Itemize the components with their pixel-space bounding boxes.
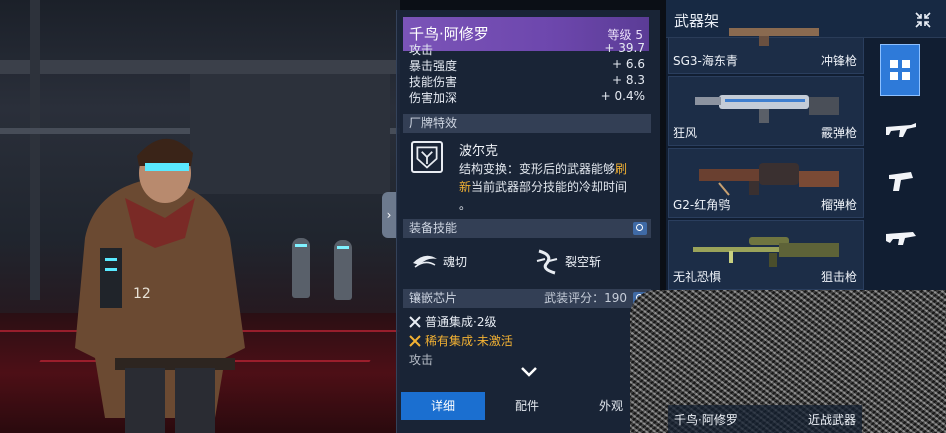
weapon-type: 近战武器 bbox=[807, 413, 856, 427]
weapon-image bbox=[699, 163, 839, 196]
skill-label: 魂切 bbox=[443, 254, 468, 269]
stat-value: + 6.6 bbox=[612, 57, 645, 71]
weapon-image bbox=[693, 237, 839, 267]
svg-text:12: 12 bbox=[133, 286, 151, 302]
stat-row: 伤害加深 + 0.4% bbox=[409, 89, 645, 105]
weapon-card[interactable]: 无礼恐惧 狙击枪 bbox=[668, 220, 864, 290]
category-rifle-button[interactable] bbox=[880, 110, 922, 148]
weapon-card[interactable]: G2-红角鸮 榴弹枪 bbox=[668, 148, 864, 218]
category-pistol-button[interactable] bbox=[880, 162, 922, 200]
search-icon[interactable] bbox=[633, 222, 647, 235]
grid-icon bbox=[890, 60, 910, 80]
chip-label: 普通集成·2级 bbox=[425, 315, 497, 329]
weapon-stats: 攻击 + 39.7 暴击强度 + 6.6 技能伤害 + 8.3 伤害加深 + 0… bbox=[409, 41, 645, 105]
stat-row: 攻击 + 39.7 bbox=[409, 41, 645, 57]
chip-item: 攻击 bbox=[409, 351, 433, 368]
weapon-image bbox=[729, 28, 819, 46]
stat-label: 技能伤害 bbox=[409, 75, 458, 89]
chips-section-header: 镶嵌芯片 武装评分：190 bbox=[403, 289, 651, 308]
weapon-type: 霰弹枪 bbox=[820, 126, 857, 140]
stat-value: + 8.3 bbox=[612, 73, 645, 87]
brand-section-header: 厂牌特效 bbox=[403, 114, 651, 133]
slash-swirl-icon bbox=[413, 255, 437, 268]
weapon-card[interactable]: 千鸟·阿修罗 近战武器 bbox=[668, 405, 862, 433]
skill-item[interactable]: 裂空斩 bbox=[533, 247, 601, 275]
stat-label: 伤害加深 bbox=[409, 91, 458, 105]
weapon-name: 狂风 bbox=[673, 126, 698, 140]
rifle-icon bbox=[886, 123, 916, 137]
weapon-name: G2-红角鸮 bbox=[673, 198, 731, 212]
background-npc bbox=[334, 240, 352, 300]
chevron-down-icon[interactable] bbox=[521, 367, 537, 377]
chip-cross-icon bbox=[409, 334, 421, 347]
stat-value: + 39.7 bbox=[604, 41, 645, 55]
weapon-type: 冲锋枪 bbox=[820, 54, 857, 68]
detail-tabs: 详细 配件 外观 bbox=[401, 392, 657, 422]
weapon-detail-panel: 千鸟·阿修罗 等级 5 攻击 + 39.7 暴击强度 + 6.6 技能伤害 + … bbox=[396, 10, 660, 433]
stat-row: 暴击强度 + 6.6 bbox=[409, 57, 645, 73]
chip-label: 攻击 bbox=[409, 353, 434, 367]
section-title: 厂牌特效 bbox=[409, 116, 458, 130]
game-scene-background: 12 bbox=[0, 0, 400, 433]
tab-details[interactable]: 详细 bbox=[401, 392, 485, 420]
chip-item: 普通集成·2级 bbox=[409, 313, 496, 330]
weapon-card[interactable]: SG3-海东青 冲锋枪 bbox=[668, 28, 864, 74]
brand-description: 结构变换：变形后的武器能够刷新当前武器部分技能的冷却时间。 bbox=[459, 160, 645, 214]
weapon-type: 榴弹枪 bbox=[820, 198, 857, 212]
player-character: 12 bbox=[75, 138, 245, 433]
collapse-detail-tab[interactable]: › bbox=[382, 192, 396, 238]
rift-slash-icon bbox=[536, 249, 558, 275]
brand-desc-highlight: 刷 bbox=[615, 162, 628, 176]
brand-logo-icon bbox=[411, 141, 443, 173]
brand-name: 波尔克 bbox=[459, 144, 499, 159]
stat-row: 技能伤害 + 8.3 bbox=[409, 73, 645, 89]
smg-icon bbox=[886, 232, 916, 245]
brand-desc-text: 结构变换：变形后的武器能够 bbox=[459, 162, 616, 176]
stat-label: 攻击 bbox=[409, 43, 434, 57]
weapon-image bbox=[695, 95, 839, 123]
section-title: 装备技能 bbox=[409, 221, 458, 235]
weapon-name: 千鸟·阿修罗 bbox=[674, 413, 738, 427]
category-smg-button[interactable] bbox=[880, 218, 922, 256]
pistol-icon bbox=[889, 172, 913, 191]
brand-desc-text: 当前武器部分技能的冷却时间 bbox=[471, 180, 628, 194]
category-all-button[interactable] bbox=[880, 44, 920, 96]
collapse-arrows-icon[interactable] bbox=[914, 11, 932, 29]
weapon-card[interactable]: 狂风 霰弹枪 bbox=[668, 76, 864, 146]
stat-value: + 0.4% bbox=[600, 89, 645, 103]
armament-score: 武装评分：190 bbox=[544, 291, 627, 305]
section-title: 镶嵌芯片 bbox=[409, 291, 458, 305]
background-npc bbox=[292, 238, 310, 298]
weapon-name: SG3-海东青 bbox=[673, 54, 738, 68]
skill-label: 裂空斩 bbox=[565, 254, 602, 269]
chip-item: 稀有集成·未激活 bbox=[409, 332, 513, 349]
chip-label: 稀有集成·未激活 bbox=[425, 334, 513, 348]
stat-label: 暴击强度 bbox=[409, 59, 458, 73]
skills-section-header: 装备技能 bbox=[403, 219, 651, 238]
skill-item[interactable]: 魂切 bbox=[411, 247, 467, 275]
tab-attachments[interactable]: 配件 bbox=[485, 392, 569, 420]
chip-cross-icon bbox=[409, 315, 421, 328]
brand-desc-highlight: 新 bbox=[459, 180, 472, 194]
weapon-name: 无礼恐惧 bbox=[673, 270, 722, 284]
brand-desc-text: 。 bbox=[459, 198, 472, 212]
weapon-type: 狙击枪 bbox=[820, 270, 857, 284]
